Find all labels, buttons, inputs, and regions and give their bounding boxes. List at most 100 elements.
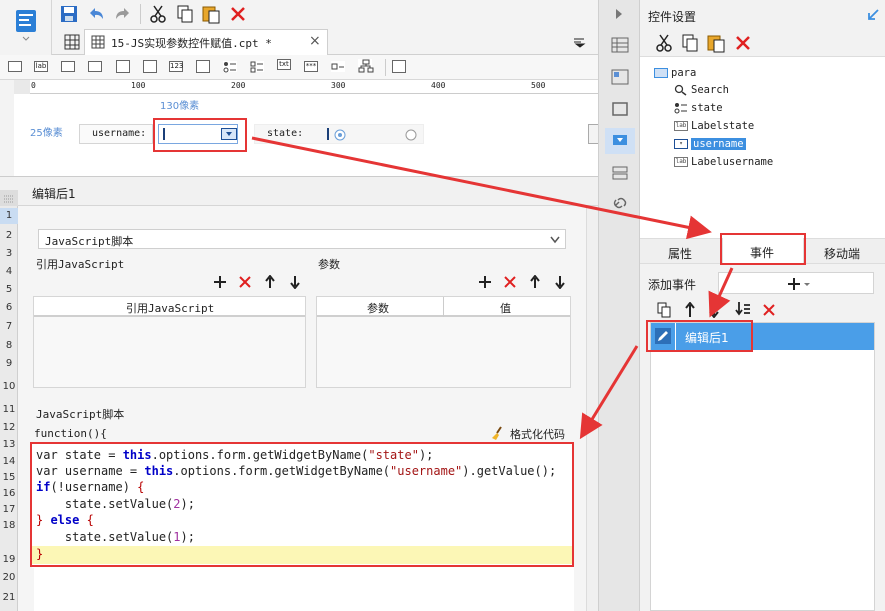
delete-icon[interactable] — [229, 5, 247, 23]
cell-attr-icon[interactable] — [610, 36, 630, 54]
undo-icon[interactable] — [86, 5, 106, 23]
label-icon: lab — [674, 121, 688, 131]
checkbox-widget-icon[interactable] — [331, 61, 345, 72]
widget-settings-tab[interactable] — [605, 128, 635, 154]
delete-event-icon[interactable] — [762, 303, 776, 317]
move-up-icon[interactable] — [264, 275, 276, 289]
remove-param-icon[interactable] — [503, 275, 517, 289]
tab-active-file[interactable]: 15-JS实现参数控件赋值.cpt * × — [84, 29, 328, 55]
row-number: 14 — [2, 456, 16, 467]
copy-icon[interactable] — [656, 302, 672, 318]
side-tool-strip — [598, 0, 640, 611]
tab-properties[interactable]: 属性 — [668, 245, 692, 262]
format-code-button[interactable]: 格式化代码 — [490, 425, 576, 441]
move-up-icon[interactable] — [529, 275, 541, 289]
function-header: function(){ — [34, 427, 107, 440]
label-widget-icon[interactable]: lab — [34, 61, 48, 72]
combobox-icon: ▾ — [674, 139, 688, 149]
row-number: 13 — [2, 439, 16, 450]
layout-icon[interactable] — [610, 100, 630, 118]
username-label-widget[interactable]: username: — [79, 124, 153, 144]
row-number: 21 — [2, 592, 16, 603]
radio-group-widget-icon[interactable] — [223, 61, 237, 73]
tree-item-labelusername[interactable]: lab Labelusername — [674, 156, 773, 168]
broom-icon — [492, 426, 502, 440]
designer-logo-icon[interactable] — [14, 8, 38, 42]
tree-item-search[interactable]: Search — [674, 84, 729, 96]
number-widget-icon[interactable]: 123 — [169, 61, 183, 72]
event-list[interactable]: 编辑后1 — [650, 322, 875, 611]
app-logo-area — [0, 0, 52, 56]
value-column-header: 值 — [500, 302, 511, 315]
params-table[interactable]: 参数 值 — [316, 296, 571, 388]
cut-icon[interactable] — [654, 33, 674, 53]
paste-icon[interactable] — [201, 4, 221, 24]
add-event-dropdown[interactable] — [718, 272, 874, 294]
collapse-arrow-icon[interactable] — [614, 8, 624, 20]
move-up-icon[interactable] — [684, 302, 696, 318]
row-number: 17 — [2, 504, 16, 515]
row-number: 3 — [5, 248, 13, 259]
copy-icon[interactable] — [680, 33, 700, 53]
move-down-icon[interactable] — [289, 275, 301, 289]
ref-js-column-header: 引用JavaScript — [126, 302, 215, 315]
collapse-panel-icon[interactable] — [866, 8, 880, 22]
script-type-select[interactable]: JavaScript脚本 — [38, 229, 566, 249]
report-file-icon — [91, 35, 105, 49]
radio-unchecked-icon[interactable] — [405, 129, 417, 141]
grid-icon[interactable] — [64, 34, 80, 50]
vertical-scrollbar[interactable] — [586, 206, 598, 611]
tab-close-button[interactable]: × — [309, 33, 321, 49]
tree-item-state[interactable]: state — [674, 102, 723, 114]
condition-icon[interactable] — [610, 164, 630, 182]
tree-item-username[interactable]: ▾ username — [674, 138, 746, 150]
radio-checked-icon[interactable] — [334, 129, 346, 141]
tree-widget-icon[interactable] — [358, 59, 374, 73]
list-widget-icon[interactable] — [116, 60, 130, 73]
checkbox-group-widget-icon[interactable] — [250, 61, 264, 73]
format-code-label: 格式化代码 — [510, 428, 565, 441]
move-down-icon[interactable] — [708, 302, 720, 318]
add-param-icon[interactable] — [478, 275, 492, 289]
row-number: 1 — [5, 210, 13, 221]
combobox-widget-icon[interactable] — [88, 61, 102, 72]
ruler-tick: 200 — [231, 81, 246, 90]
canvas-left-margin — [0, 80, 14, 176]
tree-root[interactable]: para — [654, 67, 696, 79]
move-down-icon[interactable] — [554, 275, 566, 289]
password-widget-icon[interactable]: *** — [304, 61, 318, 72]
parameter-canvas[interactable]: 130像素 25像素 username: state: — [14, 94, 598, 176]
textarea-widget-icon[interactable] — [196, 60, 210, 73]
remove-ref-js-icon[interactable] — [238, 275, 252, 289]
move-bottom-icon[interactable] — [734, 301, 752, 319]
text-widget-icon[interactable]: txt — [277, 59, 291, 70]
button-widget-icon[interactable] — [61, 61, 75, 72]
redo-icon[interactable] — [113, 5, 133, 23]
cut-icon[interactable] — [148, 4, 168, 24]
row-number: 2 — [5, 230, 13, 241]
row-number: 18 — [2, 520, 16, 531]
paste-icon[interactable] — [706, 33, 726, 53]
row-number: 6 — [5, 302, 13, 313]
row-number: 10 — [2, 381, 16, 392]
add-ref-js-icon[interactable] — [213, 275, 227, 289]
tab-menu-icon[interactable] — [572, 36, 588, 48]
search-button-partial[interactable] — [588, 124, 598, 144]
copy-icon[interactable] — [175, 4, 195, 24]
frame-widget-icon[interactable] — [392, 60, 406, 73]
toolbar-divider — [140, 4, 141, 24]
textbox-widget-icon[interactable] — [8, 61, 22, 72]
delete-icon[interactable] — [734, 34, 752, 52]
date-widget-icon[interactable] — [143, 60, 157, 73]
save-icon[interactable] — [60, 5, 78, 23]
row-number: 16 — [2, 488, 16, 499]
tree-item-labelstate[interactable]: lab Labelstate — [674, 120, 754, 132]
hyperlink-icon[interactable] — [610, 194, 630, 212]
ref-js-table[interactable]: 引用JavaScript — [33, 296, 306, 388]
tab-mobile[interactable]: 移动端 — [824, 245, 860, 262]
widget-tree[interactable]: para Search state lab Labelstate ▾ usernam… — [640, 56, 885, 238]
chevron-down-icon[interactable] — [549, 235, 561, 245]
code-editor-empty[interactable] — [34, 568, 574, 611]
row-number-gutter: 1 2 3 4 5 6 7 8 9 10 11 12 13 14 15 16 1… — [0, 206, 18, 611]
cell-element-icon[interactable] — [610, 68, 630, 86]
